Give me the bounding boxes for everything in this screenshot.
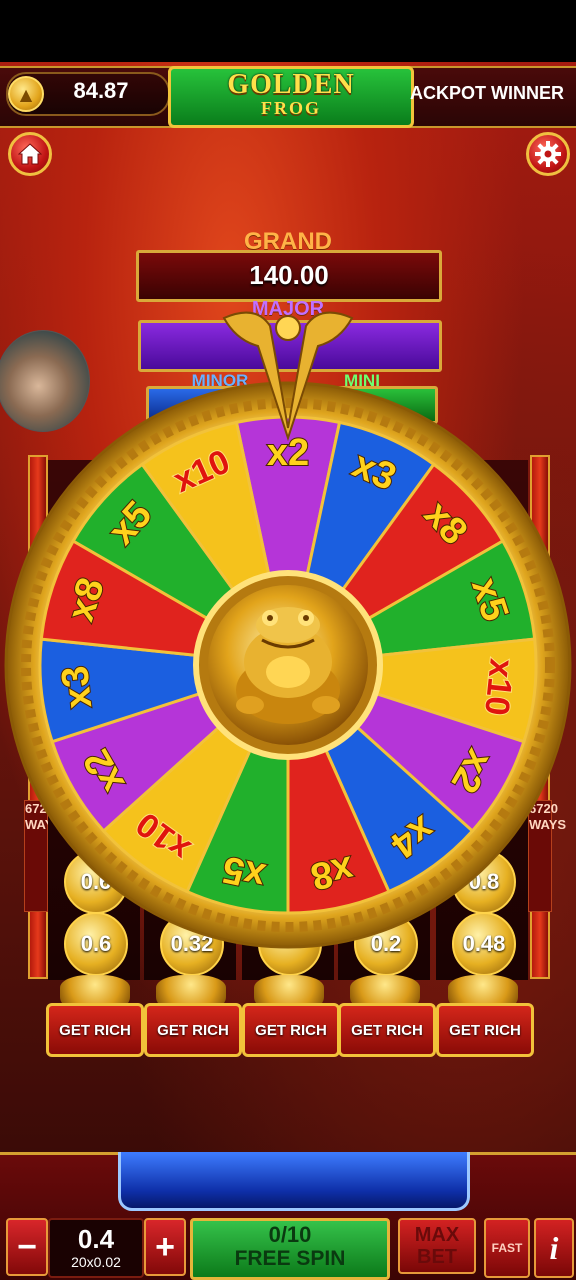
- max-bet-line1: MAX: [414, 1224, 460, 1246]
- info-button[interactable]: i: [534, 1218, 574, 1278]
- bonus-wheel[interactable]: x2 x3x8x5x10x2x4x8x5x10x2x3x8x5x10: [0, 0, 576, 1000]
- fast-button[interactable]: FAST: [484, 1218, 530, 1278]
- max-bet-button[interactable]: MAX BET: [398, 1218, 476, 1274]
- free-spin-label: FREE SPIN: [234, 1247, 346, 1270]
- get-rich-1[interactable]: GET RICH: [46, 1003, 144, 1057]
- wheel-segment-label: x5: [219, 847, 269, 897]
- increase-bet-button[interactable]: +: [144, 1218, 186, 1276]
- free-spin-button[interactable]: 0/10 FREE SPIN: [190, 1218, 390, 1280]
- bet-detail: 20x0.02: [71, 1254, 121, 1270]
- get-rich-5[interactable]: GET RICH: [436, 1003, 534, 1057]
- free-spin-count: 0/10: [268, 1222, 312, 1247]
- get-rich-3[interactable]: GET RICH: [242, 1003, 340, 1057]
- max-bet-line2: BET: [417, 1246, 457, 1268]
- get-rich-2[interactable]: GET RICH: [144, 1003, 242, 1057]
- spin-display-bar: [118, 1152, 470, 1211]
- wheel-segment-label: x10: [477, 657, 521, 717]
- bet-value: 0.4: [77, 1224, 115, 1254]
- wheel-segment-label: x3: [54, 664, 100, 710]
- wheel-segment-label: x8: [307, 847, 357, 897]
- game-screen: ▲ 84.87 GOLDEN FROG ACKPOT WINNER GRAND …: [0, 0, 576, 1280]
- get-rich-4[interactable]: GET RICH: [338, 1003, 436, 1057]
- bet-display: 0.4 20x0.02: [48, 1218, 144, 1278]
- decrease-bet-button[interactable]: −: [6, 1218, 48, 1276]
